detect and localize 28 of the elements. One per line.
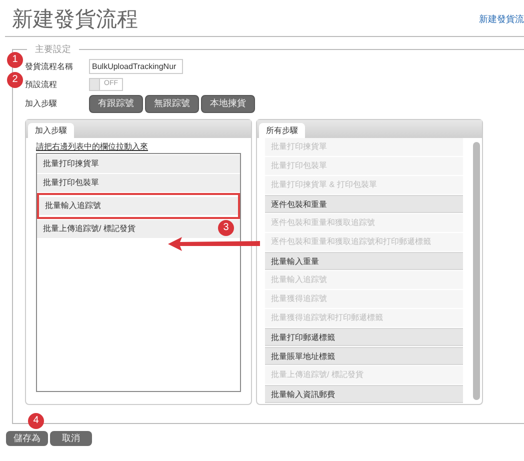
step-item[interactable]: 批量打印揀貨單	[37, 155, 240, 173]
step-item[interactable]: 批量賬單地址標籤	[265, 347, 463, 365]
arrow-icon	[168, 236, 260, 252]
drag-hint: 請把右邊列表中的欄位拉動入來	[36, 142, 149, 152]
step-item[interactable]: 批量輸入資訊郵費	[265, 385, 463, 403]
scrollbar[interactable]	[473, 142, 480, 400]
step-number-badge: 1	[7, 52, 23, 68]
step-item[interactable]: 逐件包裝和重量	[265, 195, 463, 213]
field-label: 預設流程	[25, 78, 58, 90]
fieldset-legend: 主要設定	[27, 43, 79, 55]
field-label: 發貨流程名稱	[25, 60, 74, 72]
step-item[interactable]: 批量輸入重量	[265, 252, 463, 270]
add-step-button[interactable]: 無跟踪號	[145, 95, 199, 113]
add-step-button[interactable]: 本地揀貨	[201, 95, 255, 113]
panel-tab[interactable]: 加入步驟	[28, 123, 74, 138]
step-item[interactable]: 批量輸入追踪號	[39, 197, 238, 215]
page-title: 新建發貨流程	[12, 8, 138, 32]
step-item[interactable]: 批量打印郵遞標籤	[265, 328, 463, 346]
field-label: 加入步驟	[25, 98, 58, 110]
step-number-badge: 4	[28, 413, 44, 429]
panel-tab[interactable]: 所有步驟	[259, 123, 305, 138]
save-button[interactable]: 儲存為	[6, 431, 48, 446]
add-step-button[interactable]: 有跟踪號	[89, 95, 143, 113]
step-item[interactable]: 批量打印包裝單	[37, 174, 240, 192]
cancel-button[interactable]: 取消	[50, 431, 92, 446]
flow-name-field[interactable]: BulkUploadTrackingNur	[89, 59, 183, 74]
new-flow-link[interactable]: 新建發貨流	[479, 12, 524, 26]
step-number-badge: 2	[7, 72, 23, 88]
